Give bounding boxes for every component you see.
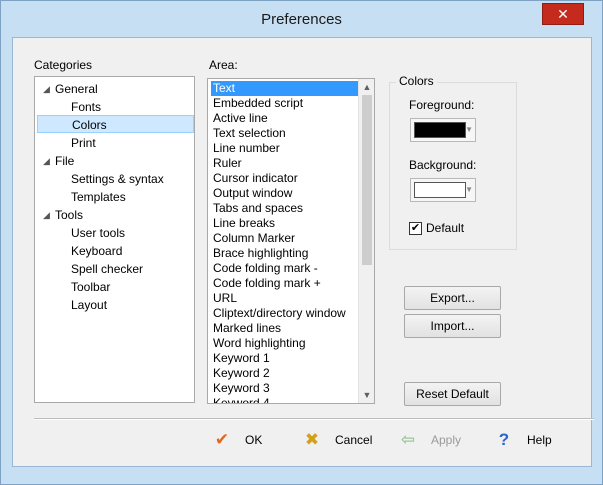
categories-tree[interactable]: ◢ General Fonts Colors Print ◢ File Sett… — [34, 76, 195, 403]
apply-label: Apply — [431, 433, 462, 447]
area-item-marked-lines[interactable]: Marked lines — [211, 321, 359, 336]
help-label: Help — [527, 433, 552, 447]
reset-default-button[interactable]: Reset Default — [404, 382, 501, 406]
area-item-output-window[interactable]: Output window — [211, 186, 359, 201]
apply-button[interactable]: ⇦ Apply — [397, 428, 461, 452]
foreground-color-picker[interactable]: ▼ — [410, 118, 476, 142]
area-item-cursor-indicator[interactable]: Cursor indicator — [211, 171, 359, 186]
cancel-button[interactable]: ✖ Cancel — [301, 428, 372, 452]
footer-separator — [34, 418, 594, 420]
tree-item-colors[interactable]: Colors — [37, 115, 194, 133]
background-swatch — [414, 182, 466, 198]
scroll-down-icon[interactable]: ▼ — [359, 387, 374, 403]
import-button[interactable]: Import... — [404, 314, 501, 338]
area-item-line-number[interactable]: Line number — [211, 141, 359, 156]
expand-general-icon[interactable]: ◢ — [43, 80, 53, 98]
background-label: Background: — [409, 158, 477, 172]
default-checkbox-row[interactable]: ✔ Default — [409, 220, 464, 236]
area-label: Area: — [209, 58, 238, 72]
tree-item-fonts[interactable]: Fonts — [71, 98, 101, 116]
area-item-column-marker[interactable]: Column Marker — [211, 231, 359, 246]
chevron-down-icon: ▼ — [465, 185, 473, 194]
area-item-keyword-1[interactable]: Keyword 1 — [211, 351, 359, 366]
ok-button[interactable]: ✔ OK — [211, 428, 262, 452]
expand-tools-icon[interactable]: ◢ — [43, 206, 53, 224]
dialog-client-area: Categories ◢ General Fonts Colors Print … — [12, 37, 594, 467]
chevron-down-icon: ▼ — [465, 125, 473, 134]
area-item-embedded-script[interactable]: Embedded script — [211, 96, 359, 111]
background-color-picker[interactable]: ▼ — [410, 178, 476, 202]
checkmark-icon: ✔ — [214, 430, 230, 449]
scroll-up-icon[interactable]: ▲ — [359, 79, 374, 95]
default-label: Default — [426, 221, 465, 235]
area-item-code-folding-minus[interactable]: Code folding mark - — [211, 261, 359, 276]
cancel-label: Cancel — [335, 433, 373, 447]
ok-label: OK — [245, 433, 263, 447]
checkmark-icon: ✔ — [410, 221, 421, 234]
area-scrollbar[interactable]: ▲ ▼ — [358, 79, 374, 403]
close-button[interactable]: ✕ — [542, 3, 584, 25]
categories-label: Categories — [34, 58, 93, 72]
area-item-active-line[interactable]: Active line — [211, 111, 359, 126]
area-item-word-highlighting[interactable]: Word highlighting — [211, 336, 359, 351]
area-item-keyword-3[interactable]: Keyword 3 — [211, 381, 359, 396]
tree-item-print[interactable]: Print — [71, 134, 96, 152]
area-item-cliptext-directory-window[interactable]: Cliptext/directory window — [211, 306, 359, 321]
area-item-keyword-4[interactable]: Keyword 4 — [211, 396, 359, 403]
foreground-label: Foreground: — [409, 98, 475, 112]
tree-item-spell-checker[interactable]: Spell checker — [71, 260, 143, 278]
cross-icon: ✖ — [304, 430, 320, 449]
title-bar[interactable]: Preferences ✕ — [1, 1, 602, 37]
area-item-code-folding-plus[interactable]: Code folding mark + — [211, 276, 359, 291]
scroll-thumb[interactable] — [362, 95, 372, 265]
close-icon: ✕ — [557, 5, 569, 22]
preferences-dialog: Preferences ✕ Categories ◢ General Fonts… — [0, 0, 603, 485]
area-item-line-breaks[interactable]: Line breaks — [211, 216, 359, 231]
foreground-swatch — [414, 122, 466, 138]
area-item-ruler[interactable]: Ruler — [211, 156, 359, 171]
tree-item-settings-syntax[interactable]: Settings & syntax — [71, 170, 164, 188]
window-title: Preferences — [261, 11, 342, 28]
colors-group-title: Colors — [396, 74, 437, 88]
default-checkbox[interactable]: ✔ — [409, 221, 422, 235]
tree-item-file[interactable]: File — [55, 152, 74, 170]
tree-item-layout[interactable]: Layout — [71, 296, 107, 314]
help-icon: ? — [498, 430, 510, 449]
help-button[interactable]: ? Help — [493, 428, 552, 452]
tree-item-general[interactable]: General — [55, 80, 98, 98]
export-button[interactable]: Export... — [404, 286, 501, 310]
tree-item-tools[interactable]: Tools — [55, 206, 83, 224]
area-item-keyword-2[interactable]: Keyword 2 — [211, 366, 359, 381]
area-item-brace-highlighting[interactable]: Brace highlighting — [211, 246, 359, 261]
tree-item-templates[interactable]: Templates — [71, 188, 126, 206]
area-item-tabs-and-spaces[interactable]: Tabs and spaces — [211, 201, 359, 216]
tree-item-user-tools[interactable]: User tools — [71, 224, 125, 242]
area-item-text-selection[interactable]: Text selection — [211, 126, 359, 141]
area-listbox[interactable]: Text Embedded script Active line Text se… — [207, 78, 375, 404]
expand-file-icon[interactable]: ◢ — [43, 152, 53, 170]
tree-item-keyboard[interactable]: Keyboard — [71, 242, 122, 260]
area-item-text[interactable]: Text — [211, 81, 359, 96]
area-item-url[interactable]: URL — [211, 291, 359, 306]
arrow-left-icon: ⇦ — [400, 430, 416, 449]
tree-item-toolbar[interactable]: Toolbar — [71, 278, 110, 296]
